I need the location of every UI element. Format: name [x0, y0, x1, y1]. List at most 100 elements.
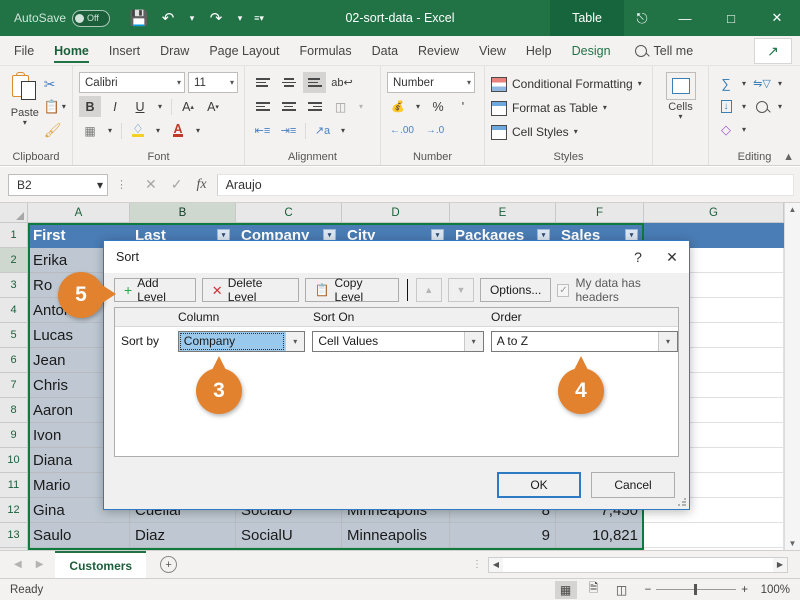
sort-on-select[interactable]: Cell Values ▾ [312, 330, 484, 352]
options-button[interactable]: Options... [479, 278, 552, 302]
add-level-button[interactable]: + Add Level [114, 276, 196, 304]
share-icon[interactable]: ↗ [754, 38, 792, 64]
merge-dropdown-icon[interactable]: ▾ [355, 96, 367, 117]
page-break-preview-icon[interactable]: ◫ [611, 581, 633, 599]
accounting-dropdown-icon[interactable]: ▾ [412, 96, 424, 117]
grow-font-button[interactable]: A ▴ [177, 96, 199, 117]
ok-button[interactable]: OK [497, 472, 581, 498]
qat-more-icon[interactable]: ≡▾ [251, 5, 267, 31]
shrink-font-button[interactable]: A ▾ [202, 96, 224, 117]
scroll-up-icon[interactable]: ▲ [789, 205, 797, 214]
font-color-dropdown-icon[interactable]: ▾ [192, 120, 204, 141]
borders-button[interactable]: ▦ [79, 120, 101, 141]
column-header-G[interactable]: G [644, 203, 784, 223]
confirm-entry-icon[interactable]: ✓ [171, 176, 183, 193]
column-header-C[interactable]: C [236, 203, 342, 223]
chevron-down-icon[interactable]: ▾ [285, 331, 305, 351]
delete-level-button[interactable]: ✕ Delete Level [201, 276, 299, 304]
tab-draw[interactable]: Draw [150, 36, 199, 65]
save-icon[interactable]: 💾 [126, 5, 152, 31]
chevron-down-icon[interactable]: ▾ [463, 331, 483, 351]
sheet-tab-customers[interactable]: Customers [55, 551, 147, 578]
copy-dropdown-icon[interactable]: ▾ [62, 103, 66, 111]
underline-button[interactable]: U [129, 96, 151, 117]
sort-order-select[interactable]: A to Z ▾ [490, 330, 678, 352]
close-icon[interactable]: ✕ [754, 0, 800, 36]
help-icon[interactable]: ? [621, 241, 655, 273]
zoom-in-button[interactable]: + [741, 584, 748, 596]
row-header-7[interactable]: 7 [0, 373, 28, 398]
find-select-button[interactable] [751, 96, 773, 117]
chevron-down-icon[interactable]: ▾ [658, 331, 677, 351]
font-size-input[interactable]: 11 ▾ [188, 72, 238, 93]
fill-color-button[interactable]: ♢ [127, 120, 149, 141]
accounting-format-button[interactable]: 💰 [387, 96, 409, 117]
row-header-2[interactable]: 2 [0, 248, 28, 273]
row-header-12[interactable]: 12 [0, 498, 28, 523]
column-header-D[interactable]: D [342, 203, 450, 223]
format-as-table-button[interactable]: Format as Table ▾ [491, 97, 642, 119]
row-header-4[interactable]: 4 [0, 298, 28, 323]
insert-function-icon[interactable]: fx [196, 177, 206, 193]
name-box[interactable]: B2 ▾ [8, 173, 108, 196]
row-header-8[interactable]: 8 [0, 398, 28, 423]
row-header-6[interactable]: 6 [0, 348, 28, 373]
paste-button[interactable]: Paste ▾ [6, 70, 44, 127]
zoom-slider[interactable]: − + [645, 584, 748, 596]
align-right-button[interactable] [303, 96, 326, 117]
cancel-entry-icon[interactable]: ✕ [145, 176, 157, 193]
column-header-F[interactable]: F [556, 203, 644, 223]
scroll-down-icon[interactable]: ▼ [789, 539, 797, 548]
increase-decimal-button[interactable]: ←.00 [387, 120, 417, 141]
align-top-button[interactable] [251, 72, 274, 93]
horizontal-scroll-thumb[interactable] [503, 557, 773, 572]
ribbon-display-options-icon[interactable]: ⎋ [622, 0, 662, 36]
row-header-1[interactable]: 1 [0, 223, 28, 248]
clear-button[interactable]: ◇ [715, 119, 737, 140]
add-sheet-icon[interactable]: + [160, 556, 178, 573]
tab-page-layout[interactable]: Page Layout [199, 36, 289, 65]
select-all-corner[interactable] [0, 203, 28, 223]
cell-styles-button[interactable]: Cell Styles ▾ [491, 121, 642, 143]
formula-input[interactable]: Araujo [216, 173, 794, 196]
copy-button[interactable]: 📋 ▾ [44, 96, 66, 118]
find-select-dropdown-icon[interactable]: ▾ [774, 96, 786, 117]
tab-data[interactable]: Data [362, 36, 408, 65]
row-header-5[interactable]: 5 [0, 323, 28, 348]
row-header-9[interactable]: 9 [0, 423, 28, 448]
undo-icon[interactable]: ↶ [155, 5, 181, 31]
font-color-button[interactable]: A [167, 120, 189, 141]
font-name-input[interactable]: Calibri ▾ [79, 72, 185, 93]
clear-dropdown-icon[interactable]: ▾ [738, 119, 750, 140]
tab-home[interactable]: Home [44, 36, 99, 65]
contextual-tab-table[interactable]: Table [550, 0, 624, 36]
my-data-has-headers-checkbox[interactable]: ✓ My data has headers [557, 276, 679, 304]
comma-style-button[interactable]: ' [452, 96, 474, 117]
borders-dropdown-icon[interactable]: ▾ [104, 120, 116, 141]
sheet-splitter[interactable]: ⋮ [472, 559, 482, 570]
row-header-11[interactable]: 11 [0, 473, 28, 498]
align-center-button[interactable] [277, 96, 300, 117]
cells-dropdown-icon[interactable]: ▾ [678, 113, 682, 121]
row-header-13[interactable]: 13 [0, 523, 28, 548]
sort-column-select[interactable]: Company ▾ [177, 330, 306, 352]
copy-level-button[interactable]: 📋 Copy Level [304, 276, 399, 304]
merge-cells-button[interactable]: ◫ [329, 96, 352, 117]
decrease-decimal-button[interactable]: →.0 [420, 120, 450, 141]
format-painter-button[interactable]: 🖌 [44, 119, 66, 141]
row-header-10[interactable]: 10 [0, 448, 28, 473]
sort-filter-dropdown-icon[interactable]: ▾ [774, 73, 786, 94]
align-middle-button[interactable] [277, 72, 300, 93]
maximize-icon[interactable]: □ [708, 0, 754, 36]
tab-file[interactable]: File [0, 36, 44, 65]
align-left-button[interactable] [251, 96, 274, 117]
align-bottom-button[interactable] [303, 72, 326, 93]
autosave-control[interactable]: AutoSave Off [14, 9, 111, 27]
normal-view-icon[interactable]: ▦ [554, 580, 577, 599]
fill-dropdown-icon[interactable]: ▾ [738, 96, 750, 117]
italic-button[interactable]: I [104, 96, 126, 117]
cancel-button[interactable]: Cancel [591, 472, 675, 498]
prev-sheet-icon[interactable]: ◀ [14, 559, 22, 570]
next-sheet-icon[interactable]: ▶ [36, 559, 44, 570]
orientation-dropdown-icon[interactable]: ▾ [337, 120, 349, 141]
